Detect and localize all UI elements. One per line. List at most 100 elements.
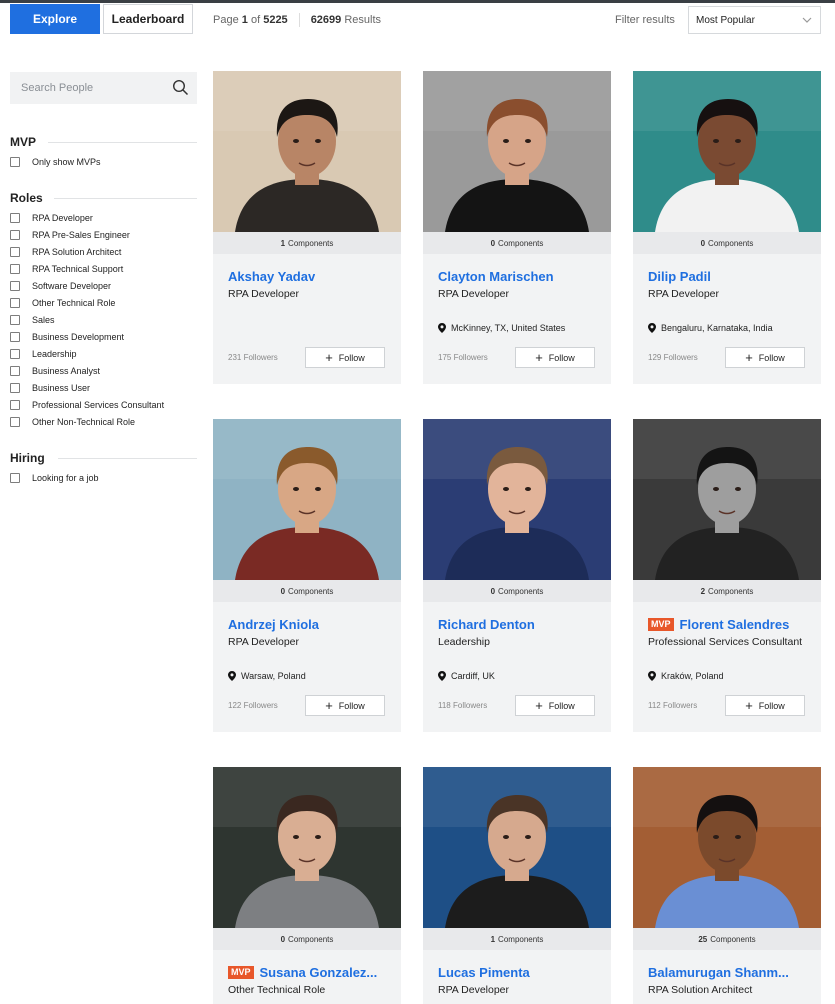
checkbox[interactable] (10, 315, 20, 325)
profile-photo[interactable] (423, 419, 611, 580)
checkbox[interactable] (10, 400, 20, 410)
mvp-section-divider (48, 142, 197, 143)
filter-option[interactable]: RPA Technical Support (10, 262, 123, 276)
filter-option[interactable]: Looking for a job (10, 471, 99, 485)
person-name-link[interactable]: Florent Salendres (680, 617, 790, 632)
checkbox[interactable] (10, 417, 20, 427)
filter-option[interactable]: RPA Developer (10, 211, 93, 225)
follow-button[interactable]: + Follow (725, 695, 805, 716)
profile-photo[interactable] (213, 419, 401, 580)
person-card[interactable]: 1 Components Akshay Yadav RPA Developer 23… (213, 71, 401, 384)
filter-option[interactable]: Business Analyst (10, 364, 100, 378)
location-text: Kraków, Poland (661, 671, 724, 681)
plus-icon: + (325, 697, 333, 713)
checkbox[interactable] (10, 247, 20, 257)
filter-option[interactable]: Business Development (10, 330, 124, 344)
components-number: 0 (280, 934, 286, 944)
person-card[interactable]: 25 Components Balamurugan Shanm... RPA So… (633, 767, 821, 1004)
person-card[interactable]: 1 Components Lucas Pimenta RPA Developer (423, 767, 611, 1004)
filter-option[interactable]: RPA Solution Architect (10, 245, 121, 259)
profile-photo[interactable] (633, 419, 821, 580)
filter-option[interactable]: RPA Pre-Sales Engineer (10, 228, 130, 242)
components-count: 2 Components (633, 580, 821, 602)
results-count: 62699 (310, 14, 342, 26)
profile-photo[interactable] (423, 767, 611, 928)
filter-option[interactable]: Leadership (10, 347, 77, 361)
hiring-section-divider (58, 458, 197, 459)
location-text: Cardiff, UK (451, 671, 495, 681)
components-count: 0 Components (213, 928, 401, 950)
person-name-link[interactable]: Balamurugan Shanm... (648, 965, 789, 980)
checkbox[interactable] (10, 332, 20, 342)
filter-option[interactable]: Other Technical Role (10, 296, 115, 310)
followers-count: 129 Followers (648, 353, 698, 362)
person-location: McKinney, TX, United States (438, 323, 565, 333)
checkbox[interactable] (10, 157, 20, 167)
follow-button[interactable]: + Follow (305, 695, 385, 716)
person-card[interactable]: 0 Components MVP Susana Gonzalez... Other … (213, 767, 401, 1004)
profile-photo[interactable] (423, 71, 611, 232)
checkbox[interactable] (10, 213, 20, 223)
person-name-link[interactable]: Clayton Marischen (438, 269, 554, 284)
filter-option[interactable]: Professional Services Consultant (10, 398, 164, 412)
checkbox[interactable] (10, 264, 20, 274)
follow-button[interactable]: + Follow (515, 347, 595, 368)
plus-icon: + (535, 349, 543, 365)
person-card[interactable]: 0 Components Richard Denton Leadership Car… (423, 419, 611, 732)
followers-count: 122 Followers (228, 701, 278, 710)
follow-button[interactable]: + Follow (515, 695, 595, 716)
checkbox[interactable] (10, 383, 20, 393)
checkbox[interactable] (10, 349, 20, 359)
filter-option-label: Only show MVPs (32, 157, 101, 167)
person-name-link[interactable]: Andrzej Kniola (228, 617, 319, 632)
checkbox[interactable] (10, 281, 20, 291)
components-label: Components (708, 586, 754, 596)
roles-section-title: Roles (10, 191, 43, 205)
page-current: 1 (241, 14, 248, 26)
person-card[interactable]: 0 Components Dilip Padil RPA Developer Ben… (633, 71, 821, 384)
filter-option-label: Business Analyst (32, 366, 101, 376)
person-card[interactable]: 2 Components MVP Florent Salendres Profess… (633, 419, 821, 732)
person-location: Bengaluru, Karnataka, India (648, 323, 773, 333)
filter-option-label: Business Development (32, 332, 125, 342)
profile-photo[interactable] (213, 767, 401, 928)
follow-button[interactable]: + Follow (305, 347, 385, 368)
checkbox[interactable] (10, 366, 20, 376)
checkbox[interactable] (10, 473, 20, 483)
followers-count: 175 Followers (438, 353, 488, 362)
explore-tab[interactable]: Explore (10, 4, 100, 34)
profile-photo[interactable] (213, 71, 401, 232)
filter-option[interactable]: Software Developer (10, 279, 111, 293)
checkbox[interactable] (10, 230, 20, 240)
person-name-link[interactable]: Akshay Yadav (228, 269, 315, 284)
sort-select[interactable]: Most Popular (688, 6, 821, 34)
search-people-input[interactable]: Search People (10, 72, 197, 104)
person-name-link[interactable]: Richard Denton (438, 617, 535, 632)
components-count: 0 Components (423, 580, 611, 602)
person-name-link[interactable]: Lucas Pimenta (438, 965, 530, 980)
person-name-link[interactable]: Susana Gonzalez... (260, 965, 378, 980)
follow-button-label: Follow (548, 352, 575, 363)
person-card[interactable]: 0 Components Andrzej Kniola RPA Developer… (213, 419, 401, 732)
profile-photo[interactable] (633, 767, 821, 928)
location-pin-icon (438, 323, 446, 333)
person-name-row: MVP Florent Salendres (648, 617, 813, 632)
filter-option[interactable]: Only show MVPs (10, 155, 101, 169)
leaderboard-tab[interactable]: Leaderboard (103, 4, 193, 34)
components-count: 1 Components (423, 928, 611, 950)
search-icon[interactable] (172, 79, 189, 96)
follow-button-label: Follow (548, 700, 575, 711)
person-card[interactable]: 0 Components Clayton Marischen RPA Develo… (423, 71, 611, 384)
checkbox[interactable] (10, 298, 20, 308)
follow-button[interactable]: + Follow (725, 347, 805, 368)
filter-option[interactable]: Business User (10, 381, 90, 395)
filter-option[interactable]: Sales (10, 313, 55, 327)
profile-photo[interactable] (633, 71, 821, 232)
filter-option[interactable]: Other Non-Technical Role (10, 415, 135, 429)
components-number: 2 (700, 586, 706, 596)
page-of: of (250, 14, 261, 26)
filter-option-label: Professional Services Consultant (32, 400, 165, 410)
components-number: 0 (490, 586, 496, 596)
person-name-link[interactable]: Dilip Padil (648, 269, 711, 284)
location-pin-icon (228, 671, 236, 681)
